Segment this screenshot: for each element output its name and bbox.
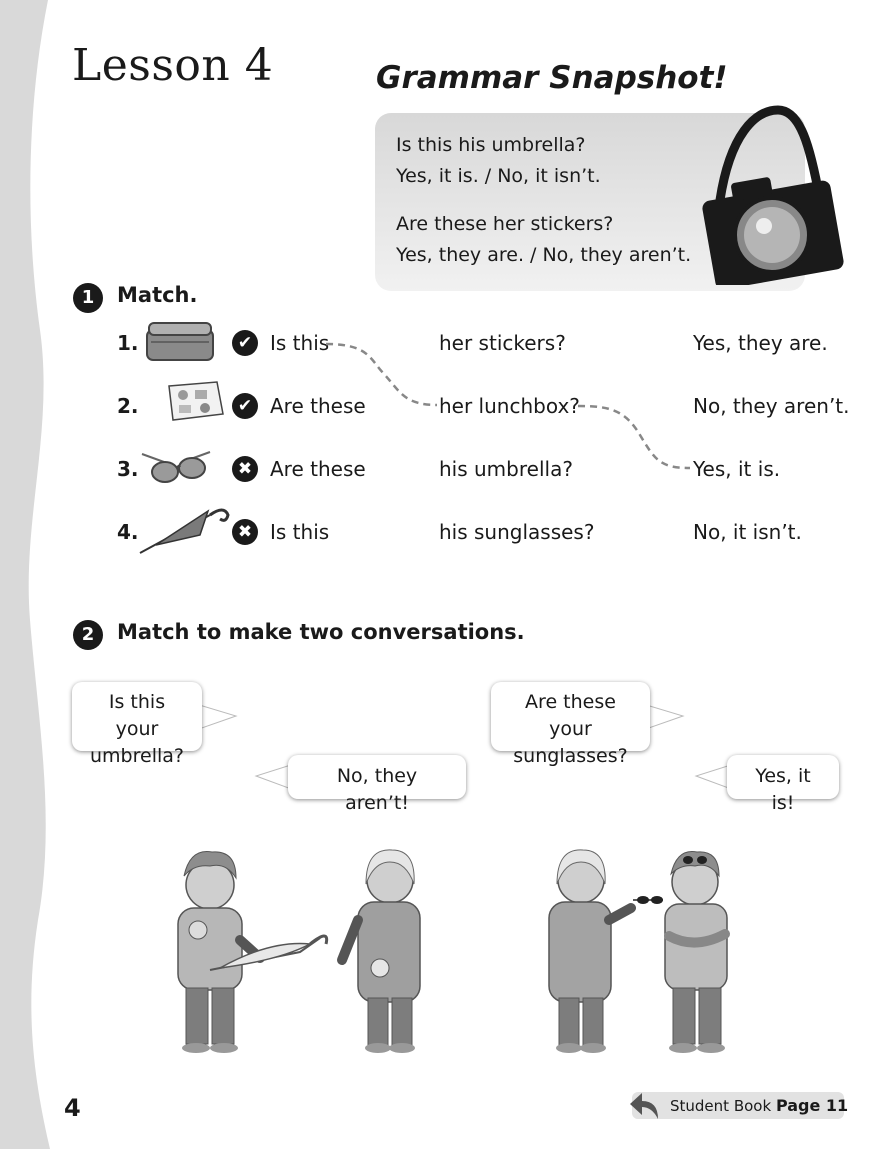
bubble-text: Yes, it is! — [755, 765, 811, 814]
girl-and-boy-sunglasses-illustration — [548, 849, 730, 1053]
student-book-label-wrap: Student Book Page 11 — [670, 1096, 848, 1115]
speech-tail — [196, 703, 238, 731]
student-book-reference: Student Book Page 11 — [630, 1092, 848, 1119]
speech-bubble: Are these your sunglasses? — [491, 682, 650, 767]
bubble-text: Are these your — [525, 691, 616, 740]
speech-bubble: Yes, it is! — [727, 755, 839, 814]
student-book-label: Student Book — [670, 1097, 772, 1115]
exercise2-title: Match to make two conversations. — [117, 620, 525, 644]
example-match-lines — [325, 342, 691, 470]
exercise-number-badge: 2 — [73, 620, 103, 650]
speech-bubble: Is this your umbrella? — [72, 682, 202, 767]
boy-and-girl-umbrella-illustration — [177, 849, 421, 1053]
bubble-text: sunglasses? — [513, 745, 628, 767]
student-book-page: Page 11 — [775, 1096, 849, 1115]
bubble-text: Is this your — [108, 691, 166, 740]
speech-bubble: No, they aren’t! — [288, 755, 466, 814]
bubble-text: No, they aren’t! — [336, 765, 418, 814]
back-arrow-icon — [630, 1093, 658, 1119]
bubble-text: umbrella? — [90, 745, 184, 767]
page-number: 4 — [64, 1094, 81, 1122]
